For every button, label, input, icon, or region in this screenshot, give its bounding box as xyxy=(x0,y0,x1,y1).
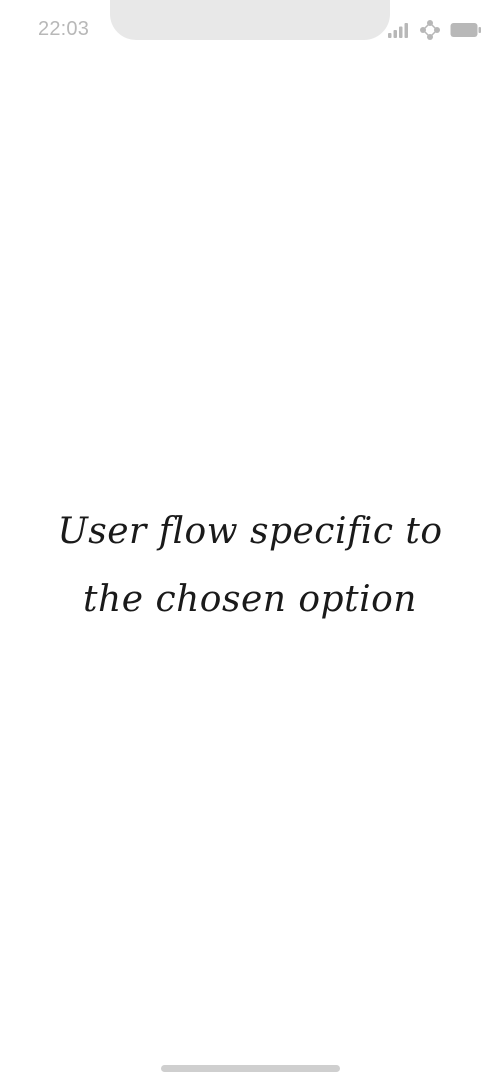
status-icons xyxy=(388,20,482,40)
battery-icon xyxy=(450,23,481,37)
message-line-2: the chosen option xyxy=(83,579,417,620)
notch xyxy=(110,0,390,40)
signal-icon xyxy=(388,23,408,38)
message-line-1: User flow specific to xyxy=(57,511,443,552)
status-time: 22:03 xyxy=(38,18,90,40)
wifi-icon xyxy=(420,20,440,40)
home-indicator[interactable] xyxy=(161,1065,340,1072)
status-bar: 22:03 xyxy=(0,0,500,60)
placeholder-message: User flow specific to the chosen option xyxy=(0,498,500,634)
screen: 22:03 User flow specific to the chosen o… xyxy=(0,0,500,1083)
